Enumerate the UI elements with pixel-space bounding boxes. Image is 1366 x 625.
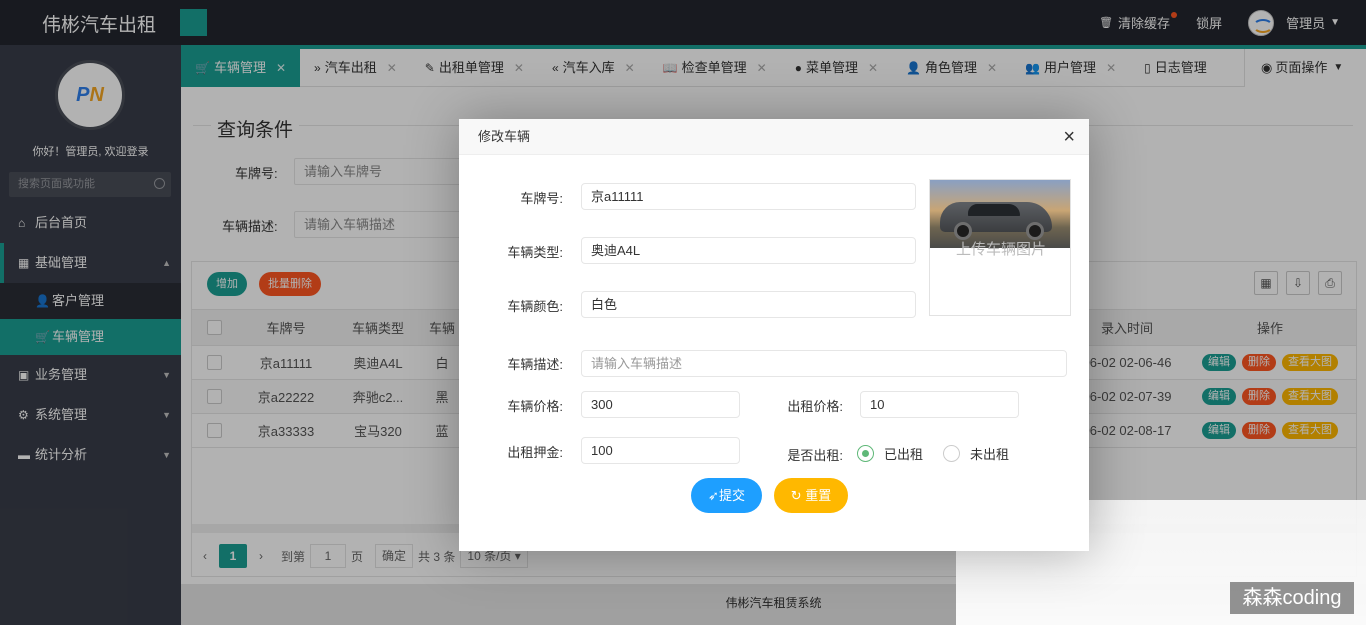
rent-price-field[interactable]: 10: [860, 391, 1019, 418]
deposit-field[interactable]: 100: [581, 437, 740, 464]
radio-not-rented[interactable]: 未出租: [943, 444, 1009, 463]
watermark: 森森coding: [1230, 582, 1354, 614]
edit-car-dialog: 修改车辆 × 车牌号: 京a11111 车辆类型: 奥迪A4L 车辆颜色: 白色…: [459, 119, 1089, 551]
radio-unchecked-icon: [943, 445, 960, 462]
send-icon: ➶: [708, 488, 719, 503]
dialog-title-bar: 修改车辆 ×: [459, 119, 1089, 155]
reset-button[interactable]: ↻ 重置: [774, 478, 848, 513]
radio-rented[interactable]: 已出租: [857, 444, 923, 463]
plate-field[interactable]: 京a11111: [581, 183, 916, 210]
car-price-field[interactable]: 300: [581, 391, 740, 418]
submit-button[interactable]: ➶提交: [691, 478, 762, 513]
car-description-field[interactable]: 请输入车辆描述: [581, 350, 1067, 377]
refresh-icon: ↻: [790, 488, 806, 503]
car-type-field[interactable]: 奥迪A4L: [581, 237, 916, 264]
close-icon[interactable]: ×: [1063, 119, 1075, 155]
upload-car-image[interactable]: 上传车辆图片: [929, 179, 1071, 316]
radio-checked-icon: [857, 445, 874, 462]
car-color-field[interactable]: 白色: [581, 291, 916, 318]
